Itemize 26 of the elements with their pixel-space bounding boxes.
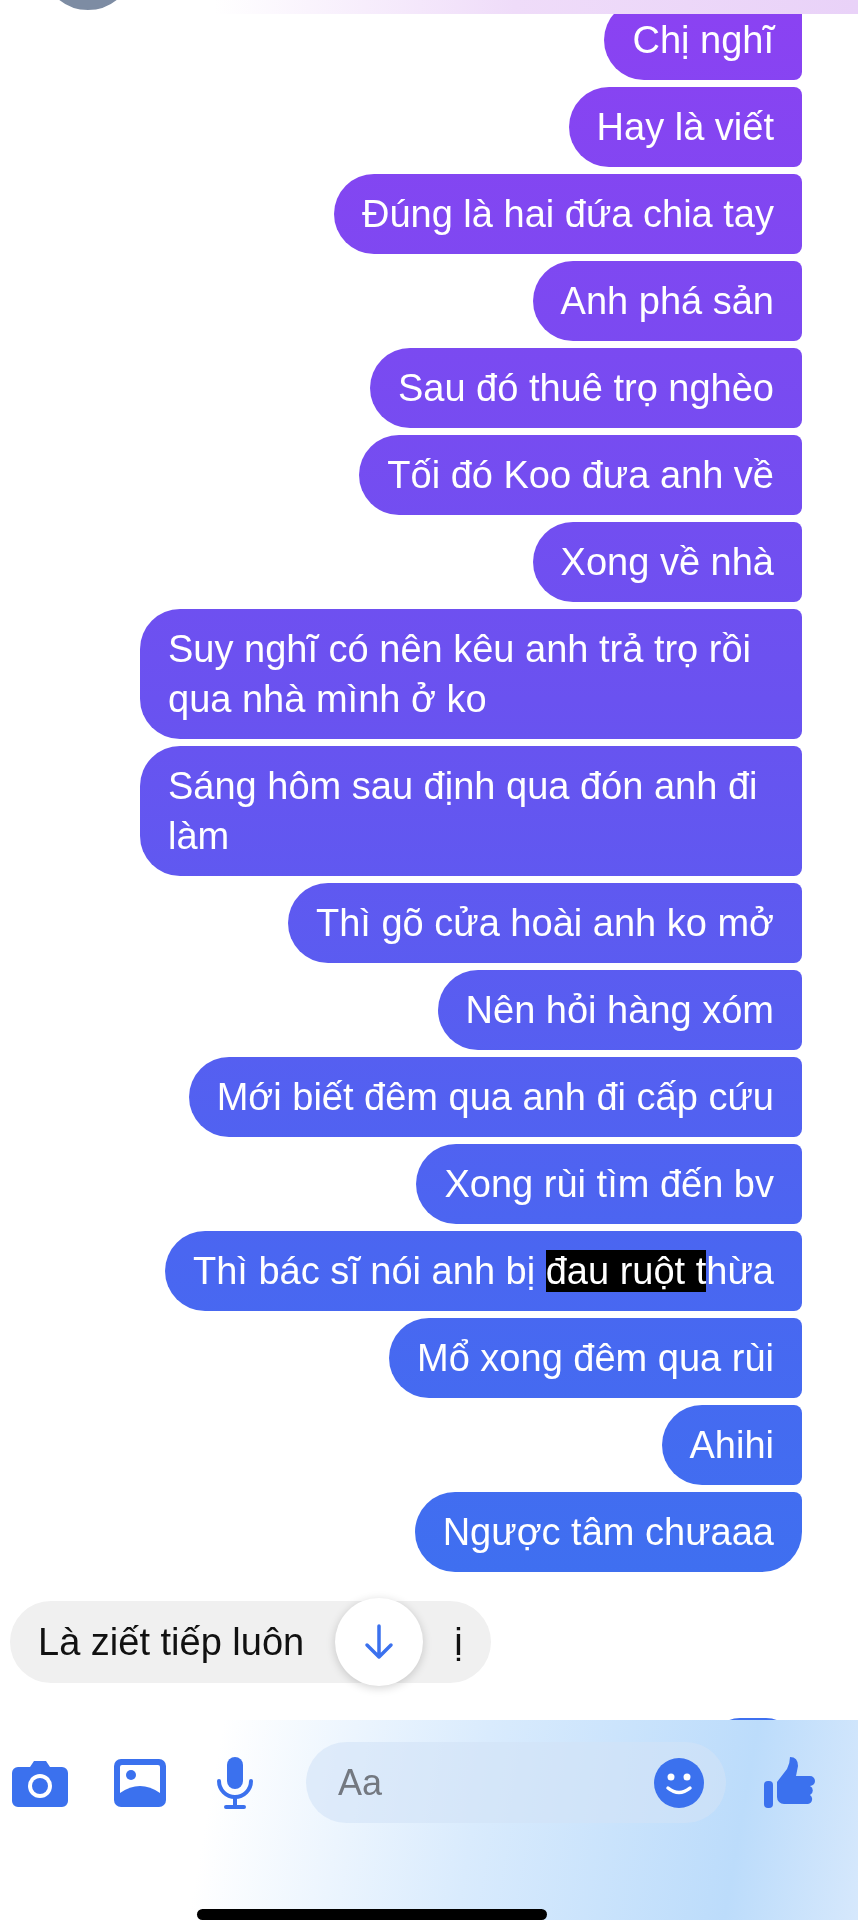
camera-icon[interactable]: [12, 1758, 68, 1807]
message-bubble: Ngược tâm chưaaa: [414, 1492, 802, 1572]
emoji-icon[interactable]: [654, 1757, 704, 1808]
message-input[interactable]: Aa: [336, 1760, 654, 1805]
message-bubble: Thì bác sĩ nói anh bị đau ruột thừa: [164, 1231, 802, 1311]
message-bubble: Hay là viết: [568, 87, 802, 167]
message-bubble: Đúng là hai đứa chia tay: [333, 174, 802, 254]
message-bubble: Xong về nhà: [532, 522, 802, 602]
scroll-down-button[interactable]: [335, 1598, 424, 1686]
message-bubble: Nên hỏi hàng xóm: [437, 970, 802, 1050]
message-bubble: Mổ xong đêm qua rùi: [389, 1318, 802, 1398]
message-bubble: Suy nghĩ có nên kêu anh trả trọ rồi qua nhà mình ở ko: [140, 609, 802, 739]
input-field[interactable]: Aa: [306, 1742, 726, 1824]
message-bubble: Sáng hôm sau định qua đón anh đi làm: [140, 746, 802, 876]
message-bubble: Anh phá sản: [532, 261, 802, 341]
message-bubble: Sau đó thuê trọ nghèo: [369, 348, 802, 428]
message-bubble: Là ziết tiếp luôn ị: [10, 1601, 491, 1683]
arrow-down-icon: [364, 1624, 395, 1660]
message-bubble: Xong rùi tìm đến bv: [416, 1144, 802, 1224]
image-icon[interactable]: [114, 1758, 166, 1807]
message-bubble: Thì gõ cửa hoài anh ko mở: [287, 883, 802, 963]
message-bubble: Tối đó Koo đưa anh về: [359, 435, 802, 515]
thumbs-up-icon[interactable]: [764, 1756, 816, 1809]
microphone-icon[interactable]: [214, 1756, 256, 1809]
message-bubble: Ahihi: [661, 1405, 802, 1485]
message-bubble: Mới biết đêm qua anh đi cấp cứu: [188, 1057, 802, 1137]
